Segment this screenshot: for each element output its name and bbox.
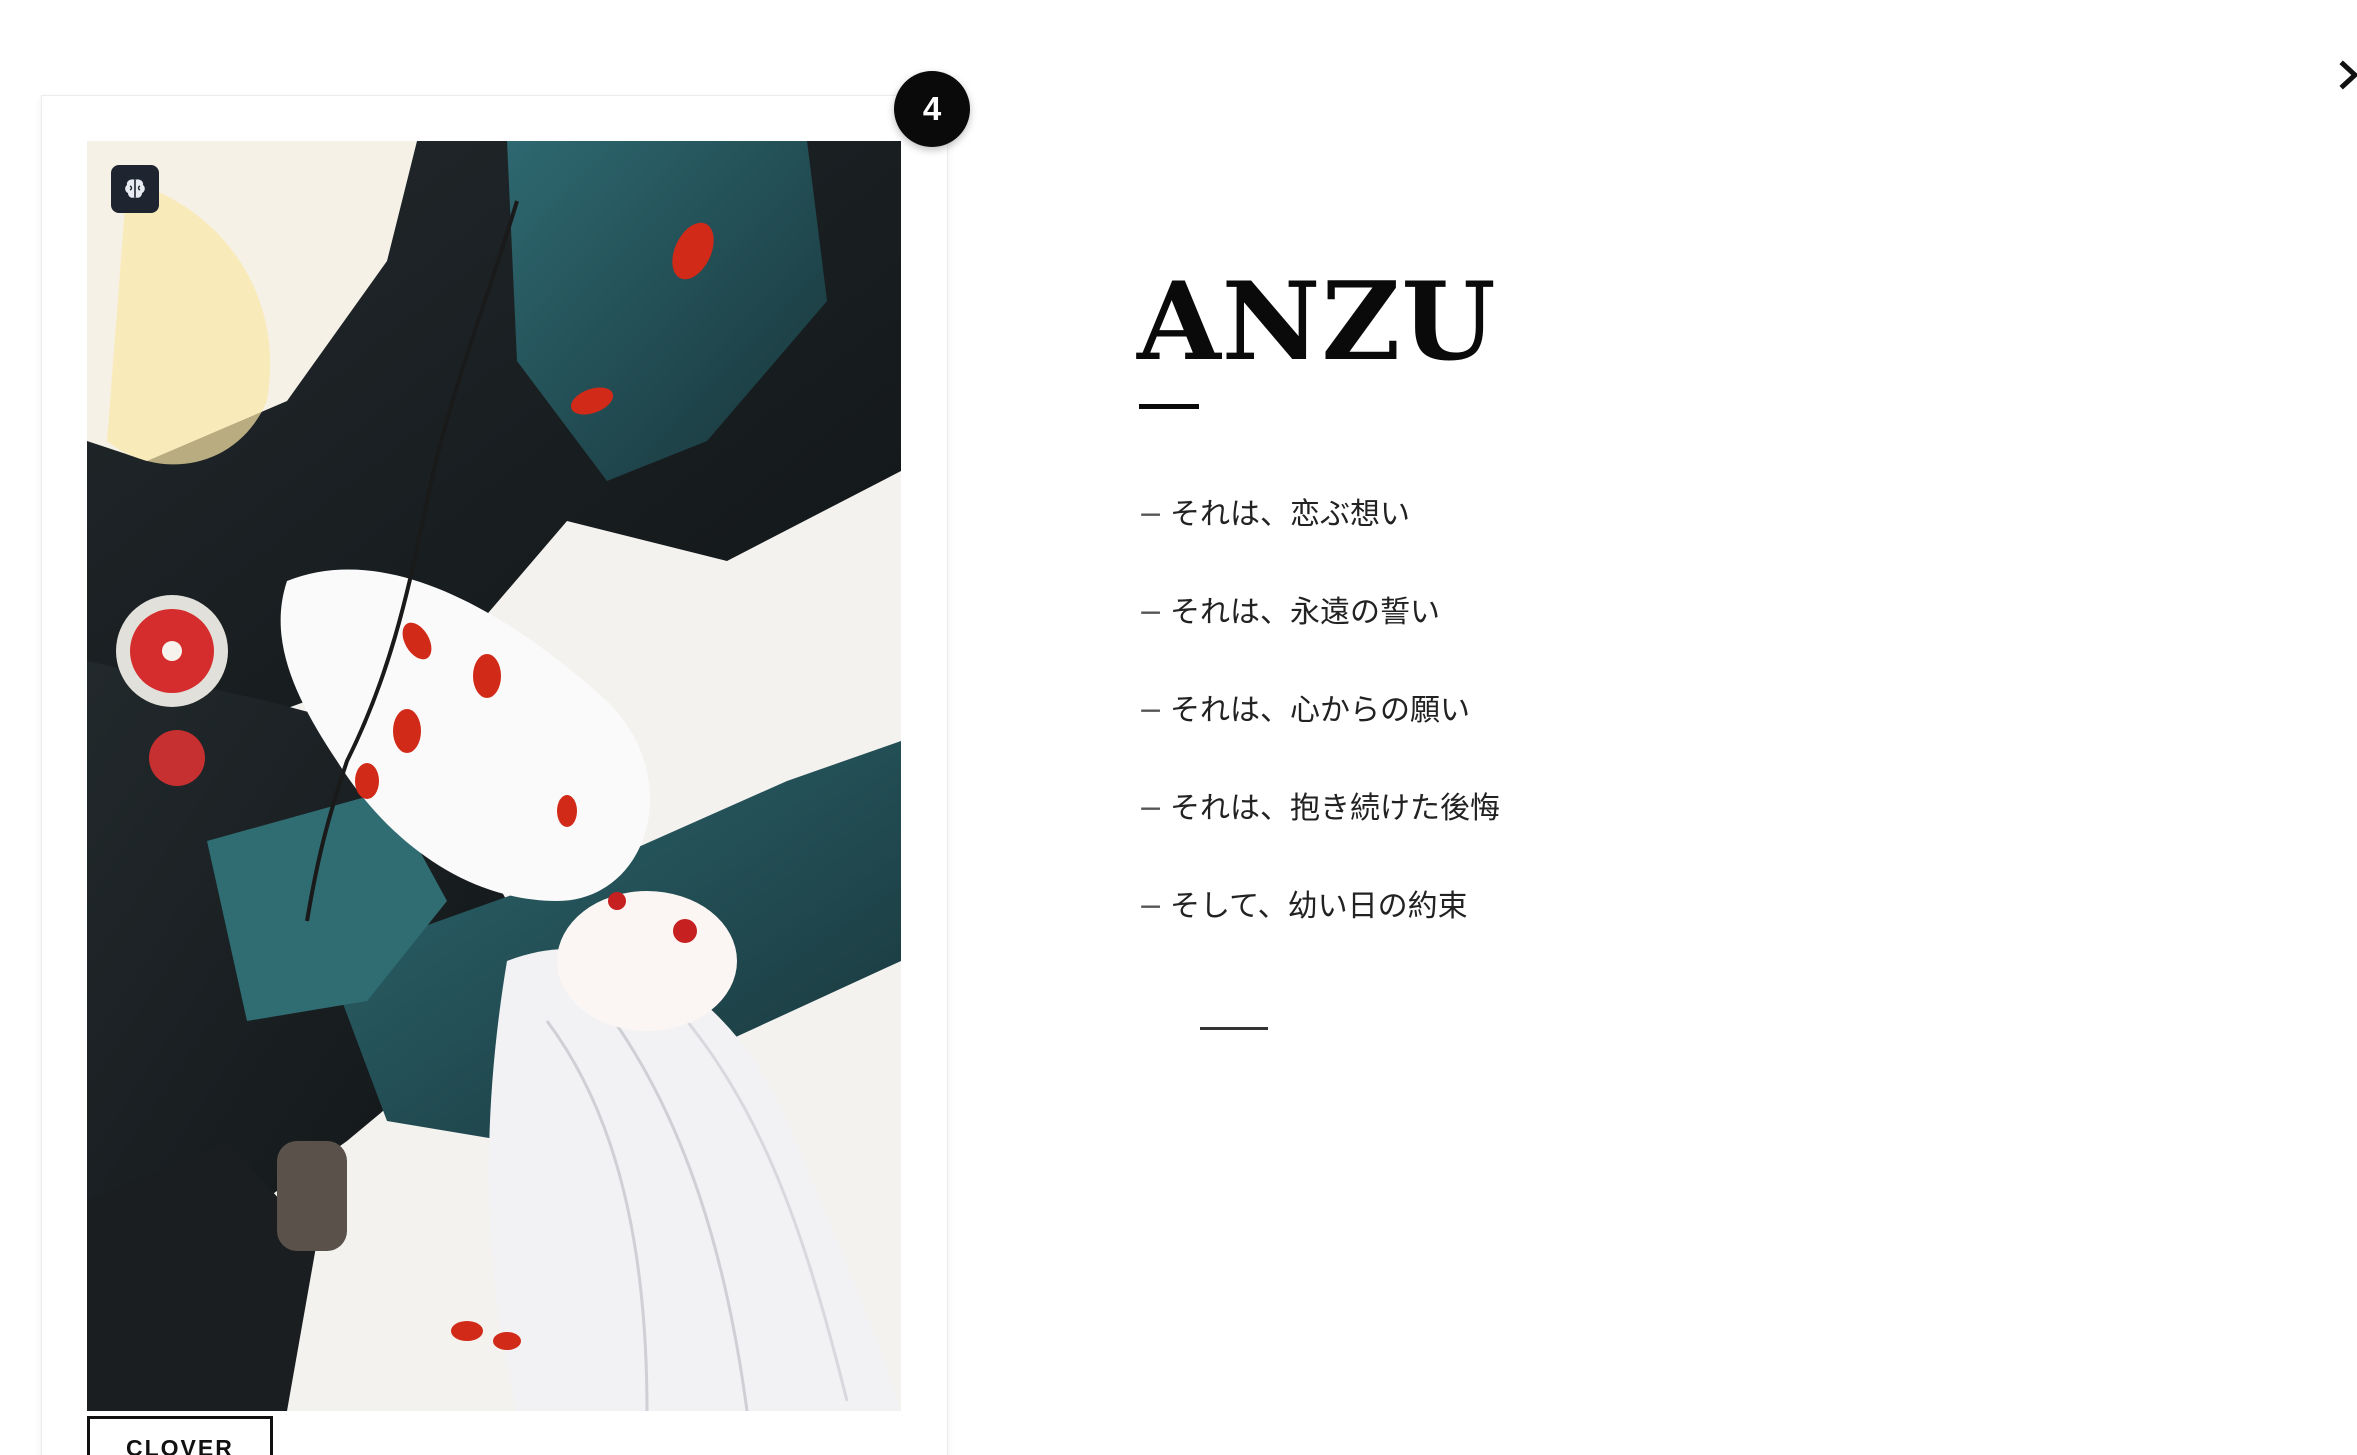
poem-line-text: そして、幼い日の約束: [1170, 889, 1468, 924]
artwork-card[interactable]: CLOVER: [41, 95, 948, 1455]
card-tag-label[interactable]: CLOVER: [87, 1416, 273, 1455]
page: CLOVER 4 ANZU − それは、恋ぶ想い − それは、永遠の誓い − それは、…: [0, 0, 2357, 1455]
poem-line: − それは、抱き続けた後悔: [1138, 779, 1500, 877]
dash-marker: −: [1138, 693, 1164, 728]
poem-line-text: それは、抱き続けた後悔: [1170, 791, 1500, 826]
poem-line-text: それは、永遠の誓い: [1170, 595, 1440, 630]
poem-line-text: それは、心からの願い: [1170, 693, 1470, 728]
title-underline: [1139, 404, 1199, 409]
dash-marker: −: [1138, 889, 1164, 924]
brain-icon[interactable]: [111, 165, 159, 213]
dash-marker: −: [1138, 791, 1164, 826]
page-title: ANZU: [1137, 259, 1497, 385]
poem-line-text: それは、恋ぶ想い: [1170, 497, 1410, 532]
card-number-badge: 4: [894, 71, 970, 147]
poem-lines: − それは、恋ぶ想い − それは、永遠の誓い − それは、心からの願い − それは、抱き…: [1138, 485, 1500, 975]
poem-line: − それは、心からの願い: [1138, 681, 1500, 779]
poem-line: − それは、永遠の誓い: [1138, 583, 1500, 681]
artwork-image: [87, 141, 901, 1411]
close-chevron-icon[interactable]: [2337, 58, 2357, 92]
poem-line: − そして、幼い日の約束: [1138, 877, 1500, 975]
poem-line: − それは、恋ぶ想い: [1138, 485, 1500, 583]
dash-marker: −: [1138, 595, 1164, 630]
ending-dash: [1200, 1027, 1268, 1030]
dash-marker: −: [1138, 497, 1164, 532]
